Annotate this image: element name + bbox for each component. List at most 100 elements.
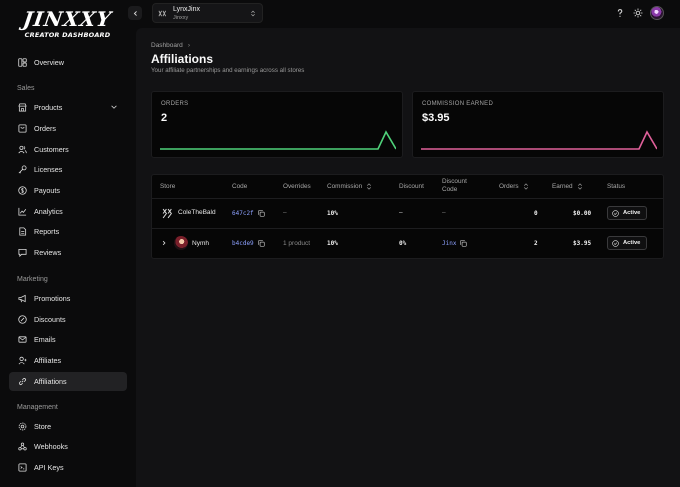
status-text: Active — [623, 210, 641, 216]
api-key-icon — [18, 463, 27, 472]
chevron-up-down-icon — [251, 10, 255, 17]
store-logo-icon — [158, 10, 167, 17]
sidebar-item-label: Reports — [34, 227, 60, 236]
dollar-icon — [18, 186, 27, 195]
earned-value: $0.00 — [573, 210, 592, 217]
discount-code[interactable]: Jinx — [442, 240, 468, 247]
col-header-discount-code-line1: Discount — [442, 178, 467, 185]
sidebar-item-label: Discounts — [34, 315, 66, 324]
commission-value: 10% — [327, 210, 338, 217]
store-name[interactable]: ColeTheBald — [178, 209, 216, 216]
key-icon — [18, 165, 27, 174]
col-header-earned-label: Earned — [552, 183, 573, 191]
logo-text: JINXXY — [21, 7, 114, 31]
overrides-value: – — [283, 209, 287, 216]
sidebar-item-label: Affiliates — [34, 356, 62, 365]
sidebar-item-reports[interactable]: Reports — [9, 222, 127, 241]
sidebar-item-label: Products — [34, 103, 63, 112]
commission-stat-label: COMMISSION EARNED — [422, 101, 494, 107]
page-subtitle: Your affiliate partnerships and earnings… — [151, 67, 305, 74]
page-title: Affiliations — [151, 52, 213, 66]
sidebar: JINXXY CREATOR DASHBOARD Overview Sales … — [0, 0, 135, 487]
sidebar-item-reviews[interactable]: Reviews — [9, 243, 127, 262]
webhook-icon — [18, 442, 27, 451]
sidebar-item-store[interactable]: Store — [9, 417, 127, 436]
copy-icon[interactable] — [460, 240, 468, 247]
user-avatar[interactable] — [650, 6, 664, 20]
logo-subtitle: CREATOR DASHBOARD — [24, 31, 111, 39]
affiliate-code[interactable]: b4cde9 — [232, 240, 265, 247]
affiliates-icon — [18, 356, 27, 365]
commission-stat-card: COMMISSION EARNED $3.95 — [412, 91, 664, 158]
sidebar-item-label: Payouts — [34, 186, 60, 195]
report-icon — [18, 227, 27, 236]
sidebar-item-licenses[interactable]: Licenses — [9, 160, 127, 179]
sidebar-item-label: API Keys — [34, 463, 64, 472]
sidebar-item-label: Licenses — [34, 165, 63, 174]
sidebar-item-discounts[interactable]: Discounts — [9, 310, 127, 329]
affiliations-table: Store Code Overrides Commission Discount… — [151, 174, 664, 259]
sort-icon — [523, 183, 528, 190]
logo[interactable]: JINXXY CREATOR DASHBOARD — [0, 7, 135, 39]
copy-icon[interactable] — [258, 210, 265, 217]
overrides-value: 1 product — [283, 240, 311, 247]
commission-stat-value: $3.95 — [422, 112, 450, 124]
discount-code-value: Jinx — [442, 240, 457, 247]
commission-sparkline — [421, 130, 657, 150]
col-header-commission[interactable]: Commission — [327, 183, 372, 191]
col-header-code: Code — [232, 183, 248, 190]
collapse-sidebar-button[interactable] — [128, 6, 142, 20]
megaphone-icon — [18, 294, 27, 303]
users-icon — [18, 145, 27, 154]
sidebar-item-orders[interactable]: Orders — [9, 119, 127, 138]
store-avatar — [162, 208, 172, 219]
store-avatar — [174, 236, 188, 250]
sidebar-item-products[interactable]: Products — [9, 98, 127, 117]
link-icon — [18, 377, 27, 386]
sidebar-item-webhooks[interactable]: Webhooks — [9, 437, 127, 456]
orders-icon — [18, 124, 27, 133]
col-header-discount-code: Discount Code — [442, 178, 467, 194]
sidebar-item-customers[interactable]: Customers — [9, 140, 127, 159]
sidebar-item-label: Reviews — [34, 248, 62, 257]
col-header-store: Store — [160, 183, 176, 190]
overview-icon — [18, 58, 27, 67]
sidebar-item-label: Affiliations — [34, 377, 67, 386]
store-selector[interactable]: LynxJinx Jinxxy — [152, 3, 263, 23]
help-icon[interactable] — [615, 8, 625, 18]
sidebar-item-payouts[interactable]: Payouts — [9, 181, 127, 200]
sidebar-item-label: Promotions — [34, 294, 71, 303]
sidebar-item-analytics[interactable]: Analytics — [9, 202, 127, 221]
store-name[interactable]: Nymh — [192, 240, 209, 247]
col-header-status: Status — [607, 183, 626, 190]
sidebar-item-label: Analytics — [34, 207, 63, 216]
store-name: LynxJinx — [173, 6, 200, 13]
col-header-orders-label: Orders — [499, 183, 519, 191]
breadcrumb: Dashboard › — [151, 42, 190, 49]
chevron-down-icon[interactable] — [110, 103, 118, 111]
section-management: Management — [17, 404, 58, 411]
col-header-earned[interactable]: Earned — [552, 183, 583, 191]
store-subtitle: Jinxxy — [173, 15, 189, 21]
orders-sparkline — [160, 130, 396, 150]
chevron-right-icon[interactable] — [161, 240, 167, 246]
sort-icon — [577, 183, 582, 190]
theme-toggle-icon[interactable] — [633, 8, 643, 18]
sidebar-item-affiliations[interactable]: Affiliations — [9, 372, 127, 391]
sort-icon — [367, 183, 372, 190]
sidebar-item-affiliates[interactable]: Affiliates — [9, 351, 127, 370]
discount-code-value: – — [442, 209, 446, 216]
col-header-orders[interactable]: Orders — [499, 183, 529, 191]
sidebar-item-promotions[interactable]: Promotions — [9, 289, 127, 308]
sidebar-item-emails[interactable]: Emails — [9, 330, 127, 349]
orders-stat-value: 2 — [161, 112, 168, 124]
status-badge: Active — [607, 236, 648, 250]
breadcrumb-dashboard[interactable]: Dashboard — [151, 42, 183, 49]
store-icon — [18, 103, 27, 112]
sidebar-item-api-keys[interactable]: API Keys — [9, 458, 127, 477]
copy-icon[interactable] — [258, 240, 265, 247]
row-divider — [152, 228, 663, 229]
affiliate-code[interactable]: 647c2f — [232, 210, 265, 217]
sidebar-item-overview[interactable]: Overview — [9, 53, 127, 72]
col-header-discount-code-line2: Code — [442, 186, 458, 193]
